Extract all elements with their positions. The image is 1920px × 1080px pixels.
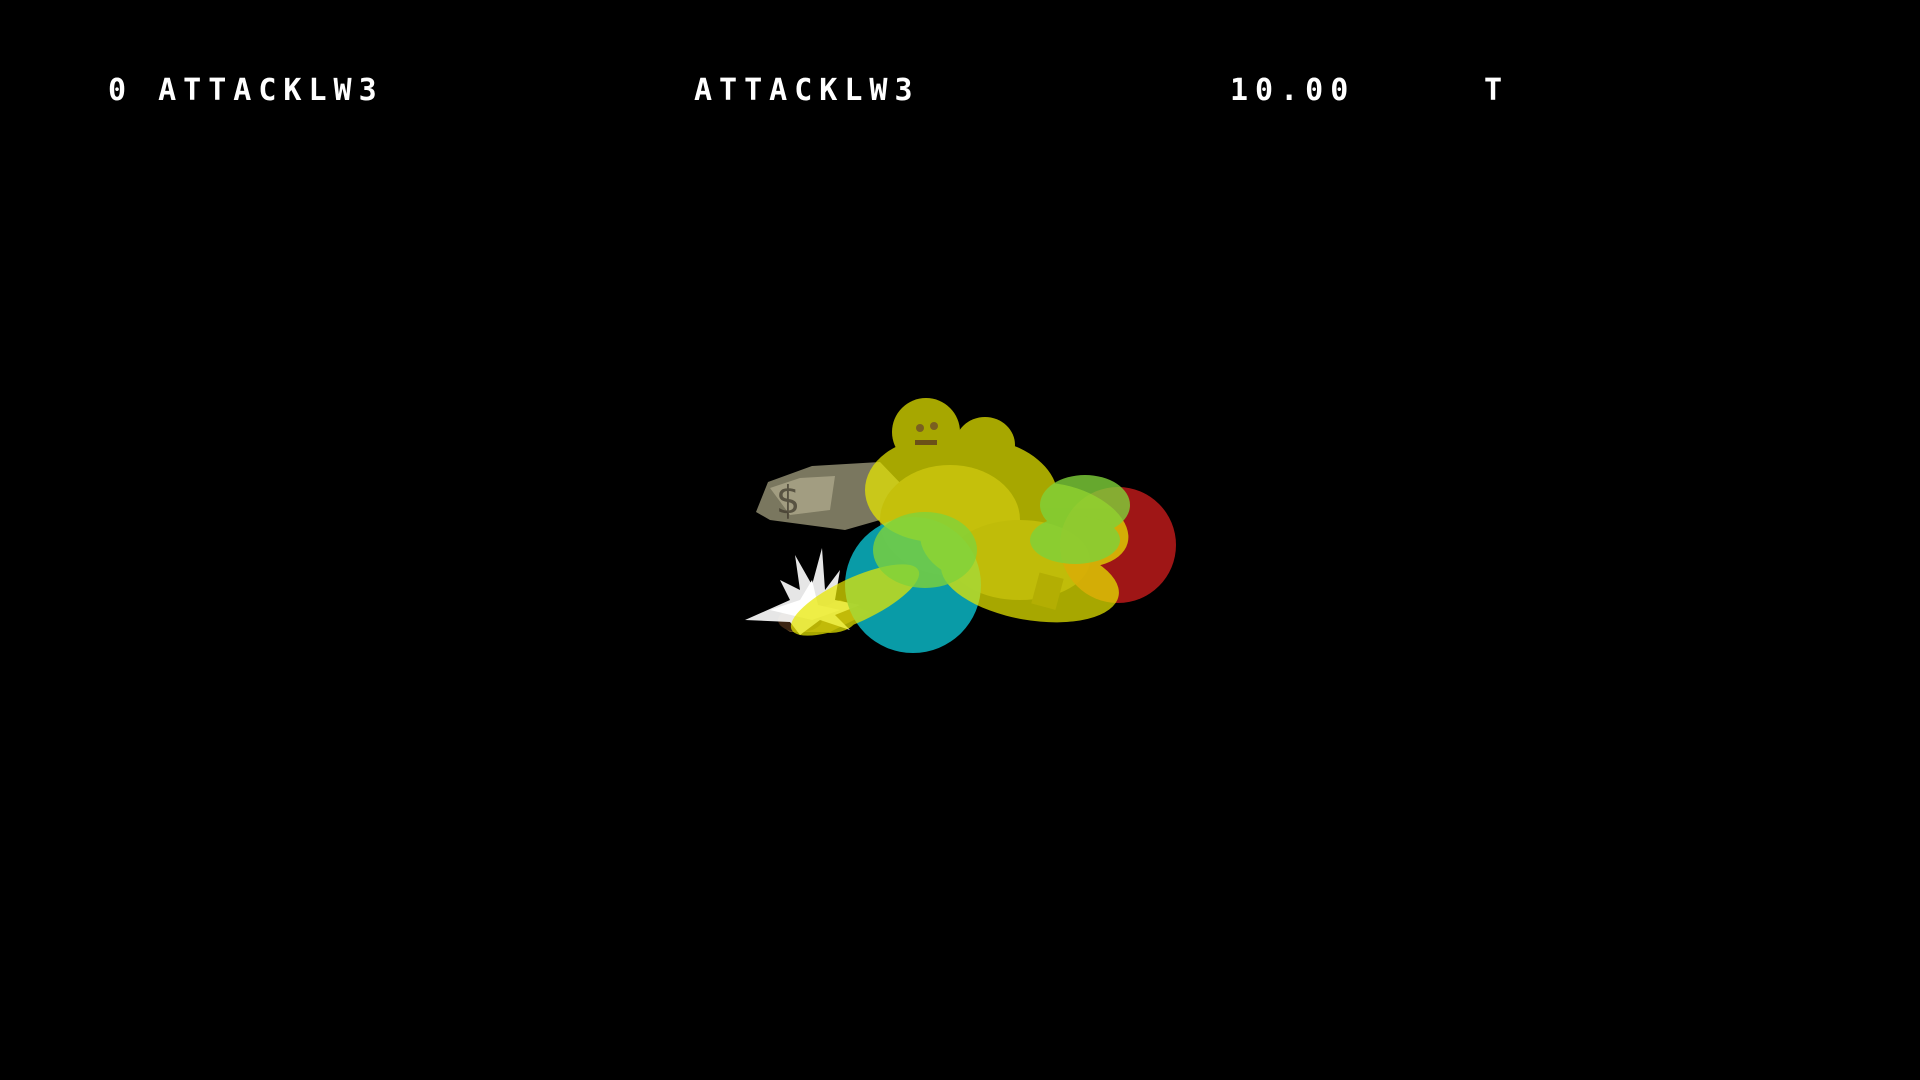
scene-canvas: $ [745,398,1176,653]
game-viewport: 0 ATTACKLW3 ATTACKLW3 10.00 T $ [0,0,1920,1080]
svg-text:$: $ [776,478,800,522]
